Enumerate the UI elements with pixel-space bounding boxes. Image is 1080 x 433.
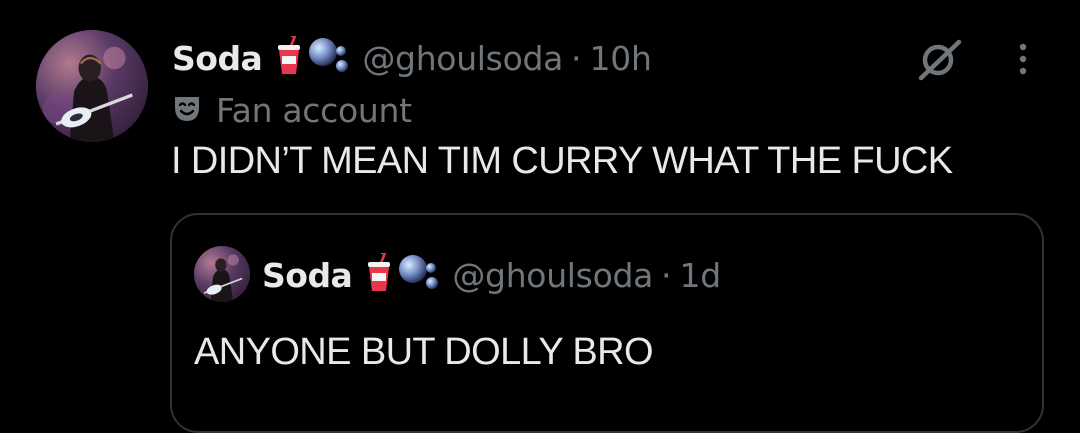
quoted-text: ANYONE BUT DOLLY BRO: [194, 331, 654, 373]
account-label-text: Fan account: [216, 90, 412, 130]
tweet-text: I DIDN’T MEAN TIM CURRY WHAT THE FUCK: [171, 140, 953, 182]
quoted-tweet[interactable]: Soda @ghoulsoda · 1d ANYONE BUT DOLLY BR…: [170, 213, 1044, 433]
timestamp[interactable]: 10h: [590, 39, 652, 78]
avatar-image: [36, 30, 148, 142]
quoted-handle: @ghoulsoda: [452, 255, 654, 295]
quoted-header: Soda @ghoulsoda · 1d: [262, 249, 721, 301]
theater-masks-icon: [172, 93, 202, 127]
quoted-timestamp: 1d: [679, 255, 722, 295]
quoted-avatar-image: [194, 246, 250, 302]
soda-cup-icon: [276, 34, 302, 80]
display-name[interactable]: Soda: [172, 39, 263, 78]
tweet-header: Soda @ghoulsoda · 10h: [172, 32, 652, 84]
avatar[interactable]: [36, 30, 148, 142]
quoted-avatar: [194, 246, 250, 302]
account-label[interactable]: Fan account: [172, 90, 412, 130]
soda-cup-icon: [366, 251, 392, 297]
quoted-display-name: Soda: [262, 255, 353, 295]
separator: ·: [571, 38, 582, 78]
bubbles-icon: [308, 36, 352, 80]
bubbles-icon: [398, 253, 442, 297]
more-options-icon[interactable]: [1008, 38, 1038, 82]
grok-icon[interactable]: [914, 38, 966, 82]
handle[interactable]: @ghoulsoda: [362, 39, 563, 78]
separator: ·: [661, 255, 672, 295]
